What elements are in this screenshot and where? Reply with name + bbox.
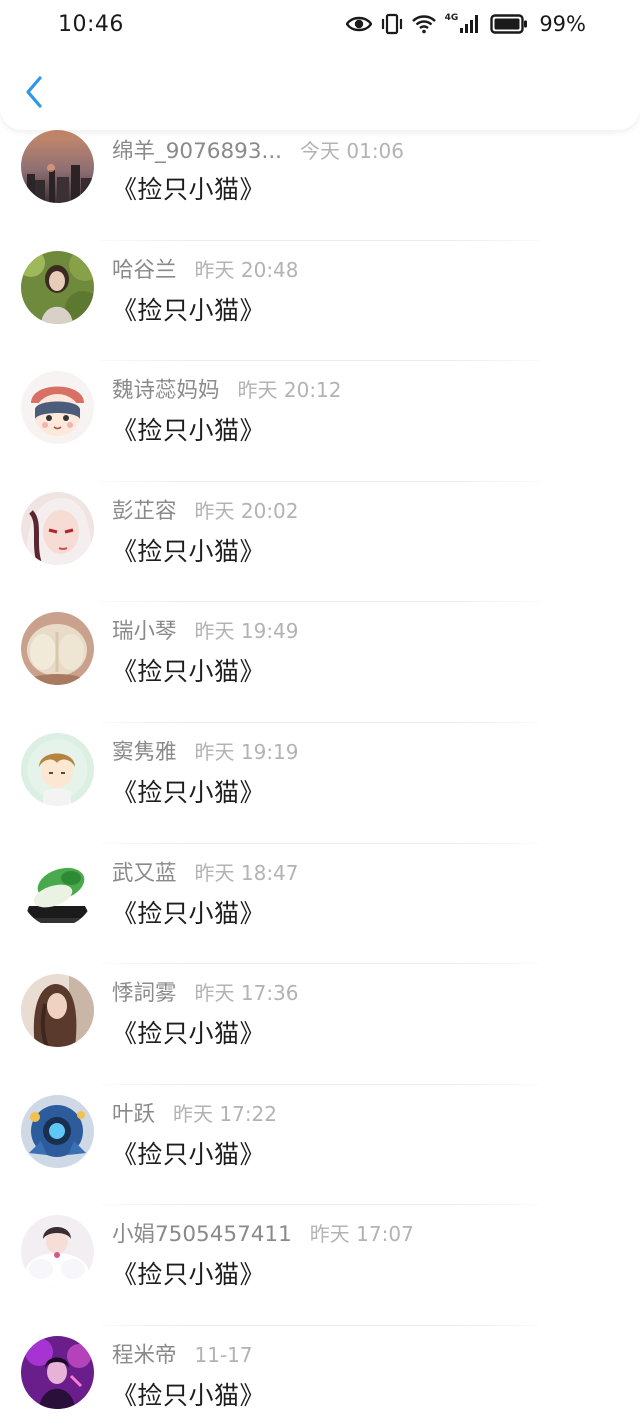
list-item[interactable]: 窦隽雅 昨天 19:19 《捡只小猫》 — [0, 723, 640, 844]
status-time: 10:46 — [58, 11, 124, 37]
list-item[interactable]: 悸詞雾 昨天 17:36 《捡只小猫》 — [0, 964, 640, 1085]
user-name[interactable]: 彭芷容 — [112, 494, 177, 525]
comment-list: 绵羊_9076893... 今天 01:06 《捡只小猫》 哈谷兰 昨天 20:48 《捡… — [0, 120, 640, 1423]
avatar[interactable] — [21, 250, 94, 324]
user-name[interactable]: 小娟7505457411 — [112, 1217, 292, 1248]
user-name[interactable]: 魏诗蕊妈妈 — [112, 373, 220, 404]
timestamp: 昨天 17:07 — [309, 1222, 414, 1247]
list-item[interactable]: 彭芷容 昨天 20:02 《捡只小猫》 — [0, 482, 640, 603]
comment-text: 《捡只小猫》 — [112, 175, 266, 204]
comment-meta: 武又蓝 昨天 18:47 — [112, 856, 299, 887]
comment-meta: 瑞小琴 昨天 19:49 — [112, 614, 299, 645]
comment-meta: 彭芷容 昨天 20:02 — [112, 494, 299, 525]
comment-text: 《捡只小猫》 — [112, 1019, 266, 1049]
vibrate-icon — [381, 13, 403, 35]
comment-meta: 窦隽雅 昨天 19:19 — [112, 735, 299, 766]
signal-icon — [459, 14, 481, 34]
comment-text: 《捡只小猫》 — [112, 1260, 266, 1290]
list-item[interactable]: 瑞小琴 昨天 19:49 《捡只小猫》 — [0, 602, 640, 723]
status-icons: 4G 99% — [345, 12, 586, 36]
eye-icon — [345, 15, 372, 33]
avatar[interactable] — [21, 853, 94, 927]
battery-icon — [490, 14, 528, 34]
list-item[interactable]: 哈谷兰 昨天 20:48 《捡只小猫》 — [0, 241, 640, 362]
comment-text: 《捡只小猫》 — [112, 1380, 266, 1410]
list-item[interactable]: 程米帝 11-17 《捡只小猫》 — [0, 1326, 640, 1423]
list-item[interactable]: 魏诗蕊妈妈 昨天 20:12 《捡只小猫》 — [0, 361, 640, 482]
avatar[interactable] — [21, 491, 94, 565]
user-name[interactable]: 武又蓝 — [112, 856, 177, 887]
avatar[interactable] — [21, 1094, 94, 1168]
comment-text: 《捡只小猫》 — [112, 657, 266, 687]
comment-text: 《捡只小猫》 — [112, 1139, 266, 1169]
comment-text: 《捡只小猫》 — [112, 416, 266, 446]
avatar[interactable] — [21, 612, 94, 686]
comment-text: 《捡只小猫》 — [112, 898, 266, 928]
user-name[interactable]: 瑞小琴 — [112, 614, 177, 645]
avatar[interactable] — [21, 371, 94, 445]
avatar[interactable] — [21, 130, 94, 203]
comment-meta: 悸詞雾 昨天 17:36 — [112, 976, 299, 1007]
comment-text: 《捡只小猫》 — [112, 777, 266, 807]
timestamp: 昨天 19:19 — [194, 739, 299, 764]
timestamp: 11-17 — [194, 1342, 253, 1367]
list-item[interactable]: 绵羊_9076893... 今天 01:06 《捡只小猫》 — [0, 120, 640, 241]
user-name[interactable]: 悸詞雾 — [112, 976, 177, 1007]
timestamp: 昨天 18:47 — [194, 860, 299, 885]
list-item[interactable]: 叶跃 昨天 17:22 《捡只小猫》 — [0, 1085, 640, 1206]
timestamp: 今天 01:06 — [300, 139, 405, 163]
user-name[interactable]: 窦隽雅 — [112, 735, 177, 766]
comment-meta: 程米帝 11-17 — [112, 1338, 253, 1369]
timestamp: 昨天 17:22 — [173, 1101, 278, 1126]
timestamp: 昨天 20:02 — [194, 498, 299, 523]
status-bar: 10:46 4G 99% — [0, 0, 640, 48]
timestamp: 昨天 19:49 — [194, 619, 299, 644]
avatar[interactable] — [21, 1215, 94, 1289]
comment-meta: 小娟7505457411 昨天 17:07 — [112, 1217, 414, 1248]
wifi-icon — [411, 14, 436, 34]
comment-meta: 叶跃 昨天 17:22 — [112, 1097, 277, 1128]
avatar[interactable] — [21, 732, 94, 806]
comment-meta: 绵羊_9076893... 今天 01:06 — [112, 134, 404, 165]
back-button[interactable] — [18, 72, 50, 112]
network-type-icon: 4G — [444, 13, 459, 23]
comment-text: 《捡只小猫》 — [112, 536, 266, 566]
comment-meta: 哈谷兰 昨天 20:48 — [112, 253, 299, 284]
user-name[interactable]: 程米帝 — [112, 1338, 177, 1369]
list-item[interactable]: 小娟7505457411 昨天 17:07 《捡只小猫》 — [0, 1205, 640, 1326]
timestamp: 昨天 20:48 — [194, 257, 299, 282]
list-item[interactable]: 武又蓝 昨天 18:47 《捡只小猫》 — [0, 844, 640, 965]
avatar[interactable] — [21, 974, 94, 1048]
top-bar — [0, 48, 640, 130]
comment-meta: 魏诗蕊妈妈 昨天 20:12 — [112, 373, 342, 404]
user-name[interactable]: 哈谷兰 — [112, 253, 177, 284]
user-name[interactable]: 绵羊_9076893... — [112, 134, 282, 165]
comment-text: 《捡只小猫》 — [112, 295, 266, 325]
user-name[interactable]: 叶跃 — [112, 1097, 155, 1128]
battery-percent: 99% — [539, 12, 586, 36]
avatar[interactable] — [21, 1335, 94, 1409]
chevron-left-icon — [26, 76, 42, 108]
timestamp: 昨天 17:36 — [194, 981, 299, 1006]
timestamp: 昨天 20:12 — [237, 378, 342, 403]
